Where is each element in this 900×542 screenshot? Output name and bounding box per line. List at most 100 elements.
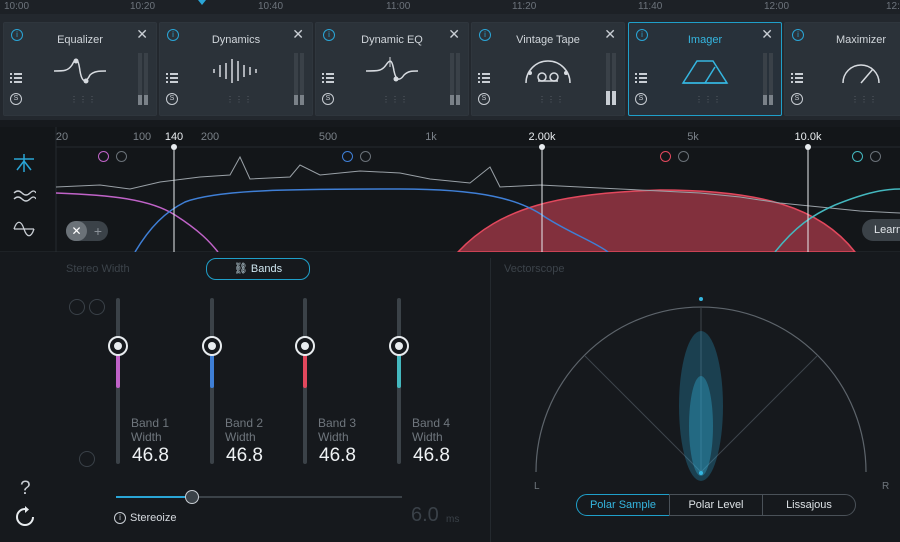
help-icon[interactable]: ? [20, 478, 31, 500]
stereoize-value[interactable]: 6.0 [411, 504, 439, 527]
close-icon[interactable]: ✕ [448, 26, 460, 43]
mode-lissajous-button[interactable]: Lissajous [762, 494, 856, 516]
drag-handle-icon[interactable]: ⋮⋮⋮ [226, 95, 253, 104]
bands-toggle-button[interactable]: ⛓ Bands [206, 258, 310, 280]
stereo-width-panel [56, 258, 491, 542]
band1-sublabel: Width [131, 430, 162, 444]
level-meter [294, 53, 298, 105]
list-icon[interactable] [166, 73, 178, 83]
band-add-remove-control[interactable]: ✕ + [66, 221, 108, 241]
list-icon[interactable] [478, 73, 490, 83]
mono-icon[interactable] [79, 451, 95, 467]
band1-info-icon[interactable] [98, 151, 109, 162]
stereoize-toggle-icon[interactable]: i [114, 512, 126, 524]
stereoize-unit: ms [446, 514, 460, 525]
list-icon[interactable] [791, 73, 803, 83]
timeline-tick: 12:20 [886, 1, 900, 12]
drag-handle-icon[interactable]: ⋮⋮⋮ [70, 95, 97, 104]
band4-width-slider[interactable] [397, 298, 401, 464]
close-icon[interactable]: ✕ [604, 26, 616, 43]
playhead-marker[interactable] [198, 0, 206, 5]
solo-icon[interactable]: S [322, 93, 334, 105]
close-icon[interactable]: ✕ [292, 26, 304, 43]
timeline-tick: 12:00 [764, 1, 790, 12]
band1-width-knob[interactable] [108, 336, 128, 356]
solo-icon[interactable]: S [166, 93, 178, 105]
solo-icon[interactable]: S [10, 93, 22, 105]
mode-polar-level-button[interactable]: Polar Level [669, 494, 763, 516]
band3-label: Band 3 [318, 416, 357, 430]
band2-info-icon[interactable] [342, 151, 353, 162]
timeline-tick: 11:20 [512, 1, 537, 12]
solo-icon[interactable]: S [635, 93, 647, 105]
level-meter [138, 53, 142, 105]
timeline-ruler[interactable]: 10:00 10:20 10:40 11:00 11:20 11:40 12:0… [0, 0, 900, 14]
band4-label: Band 4 [412, 416, 451, 430]
band1-solo-icon[interactable] [116, 151, 127, 162]
band1-width-value[interactable]: 46.8 [132, 445, 169, 467]
link-channel-icon[interactable] [69, 299, 85, 315]
band2-label: Band 2 [225, 416, 264, 430]
freq-label: 200 [200, 131, 220, 143]
list-icon[interactable] [322, 73, 334, 83]
stereoize-slider[interactable] [116, 496, 402, 498]
add-band-icon[interactable]: + [88, 221, 108, 241]
solo-icon[interactable]: S [791, 93, 803, 105]
module-name: Vintage Tape [516, 34, 580, 46]
crossover-freq-label[interactable]: 2.00k [529, 131, 556, 143]
band3-solo-icon[interactable] [678, 151, 689, 162]
module-maximizer[interactable]: i Maximizer S ⋮⋮⋮ [784, 22, 900, 116]
level-meter [763, 53, 767, 105]
band2-sublabel: Width [225, 430, 256, 444]
crossover-freq-label[interactable]: 10.0k [795, 131, 822, 143]
multiband-mode-icon[interactable] [12, 152, 36, 174]
band4-width-value[interactable]: 46.8 [413, 445, 450, 467]
learn-button[interactable]: Learn [862, 219, 900, 241]
list-icon[interactable] [10, 73, 22, 83]
module-name: Equalizer [57, 34, 103, 46]
mode-polar-sample-button[interactable]: Polar Sample [576, 494, 670, 516]
dynamic-eq-curve-icon [365, 57, 419, 82]
freq-label: 500 [318, 131, 338, 143]
drag-handle-icon[interactable]: ⋮⋮⋮ [851, 95, 878, 104]
band2-solo-icon[interactable] [360, 151, 371, 162]
band3-info-icon[interactable] [660, 151, 671, 162]
band1-width-slider[interactable] [116, 298, 120, 464]
bands-button-label: Bands [250, 263, 283, 275]
module-vintage-tape[interactable]: i Vintage Tape ✕ S ⋮⋮⋮ [471, 22, 625, 116]
spectrum-view-icon[interactable] [12, 186, 36, 208]
stereoize-knob[interactable] [185, 490, 199, 504]
stereo-width-title: Stereo Width [66, 263, 130, 275]
close-icon[interactable]: ✕ [136, 26, 148, 43]
module-imager[interactable]: i Imager ✕ S ⋮⋮⋮ [628, 22, 782, 116]
waveform-view-icon[interactable] [12, 218, 36, 240]
module-dynamic-eq[interactable]: i Dynamic EQ ✕ S ⋮⋮⋮ [315, 22, 469, 116]
crossover-freq-label[interactable]: 140 [165, 131, 183, 143]
band3-width-slider[interactable] [303, 298, 307, 464]
band4-info-icon[interactable] [852, 151, 863, 162]
band3-width-knob[interactable] [295, 336, 315, 356]
band4-solo-icon[interactable] [870, 151, 881, 162]
spectrum-display[interactable]: 20 100 140 200 500 1k 2.00k 5k 10.0k ✕ +… [0, 127, 900, 252]
drag-handle-icon[interactable]: ⋮⋮⋮ [538, 95, 565, 104]
close-icon[interactable]: ✕ [761, 26, 773, 43]
band2-width-slider[interactable] [210, 298, 214, 464]
band2-width-value[interactable]: 46.8 [226, 445, 263, 467]
band4-width-knob[interactable] [389, 336, 409, 356]
drag-handle-icon[interactable]: ⋮⋮⋮ [695, 95, 722, 104]
module-equalizer[interactable]: i Equalizer ✕ S ⋮⋮⋮ [3, 22, 157, 116]
drag-handle-icon[interactable]: ⋮⋮⋮ [382, 95, 409, 104]
band3-width-value[interactable]: 46.8 [319, 445, 356, 467]
band2-width-knob[interactable] [202, 336, 222, 356]
reset-icon[interactable] [14, 506, 36, 528]
module-name: Maximizer [835, 34, 887, 46]
remove-band-icon[interactable]: ✕ [66, 221, 87, 241]
module-dynamics[interactable]: i Dynamics ✕ S ⋮⋮⋮ [159, 22, 313, 116]
link-channel-icon[interactable] [89, 299, 105, 315]
level-meter [456, 53, 460, 105]
band3-sublabel: Width [318, 430, 349, 444]
link-icon: ⛓ [233, 263, 251, 275]
list-icon[interactable] [635, 73, 647, 83]
vectorscope-right-label: R [882, 481, 890, 492]
solo-icon[interactable]: S [478, 93, 490, 105]
